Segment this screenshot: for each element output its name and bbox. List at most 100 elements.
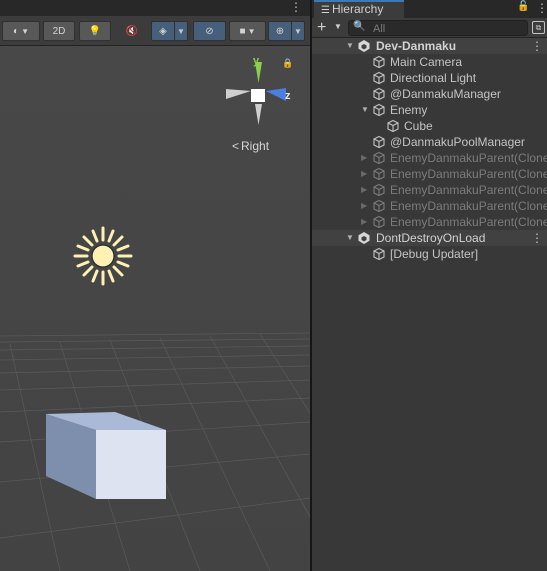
list-icon: ☰ <box>321 5 330 16</box>
list-item[interactable]: Cube <box>312 118 547 134</box>
gameobject-cube-icon <box>373 215 385 229</box>
scene-menu-icon[interactable]: ⋮ <box>531 230 543 246</box>
mode-2d-label: 2D <box>52 25 66 37</box>
tab-hierarchy-label: Hierarchy <box>331 2 384 16</box>
gameobject-cube-icon <box>373 135 385 149</box>
shading-sphere-icon: ◐ <box>13 25 20 37</box>
search-input[interactable] <box>373 22 523 35</box>
unity-scene-icon <box>358 40 370 52</box>
gizmo-center-cube[interactable] <box>251 89 265 102</box>
chevron-right-icon[interactable]: ▶ <box>361 150 367 166</box>
perspective-arrow-icon: < <box>232 139 240 153</box>
chevron-right-icon[interactable]: ▶ <box>361 166 367 182</box>
lock-icon[interactable]: 🔓 <box>517 1 529 12</box>
unity-scene-icon <box>358 232 370 244</box>
eye-slash-icon: ⊘ <box>205 25 214 37</box>
chevron-down-icon: ▼ <box>177 26 185 36</box>
chevron-down-icon: ▼ <box>294 26 302 36</box>
gizmo-y-label: y <box>253 55 260 67</box>
scene-label: Dev-Danmaku <box>376 39 457 53</box>
hierarchy-tree: ▼ Dev-Danmaku ⋮ Main Camera Directional … <box>312 38 547 262</box>
scene-label: DontDestroyOnLoad <box>376 231 486 245</box>
chevron-down-icon: ▼ <box>247 26 256 36</box>
camera-settings-button[interactable]: ■ ▼ <box>229 21 266 41</box>
lightbulb-icon: 💡 <box>88 25 102 37</box>
hierarchy-panel: ☰Hierarchy 🔓 ⋮ + ▼ 🔍 ⧉ ▼ Dev-Danmaku ⋮ M… <box>312 0 547 571</box>
gameobject-cube-icon <box>373 247 385 261</box>
sun-icon[interactable] <box>73 226 133 286</box>
item-label: EnemyDanmakuParent(Clone) <box>390 167 547 181</box>
hierarchy-menu-icon[interactable]: ⋮ <box>536 1 547 15</box>
item-label: [Debug Updater] <box>390 247 479 261</box>
search-icon: 🔍 <box>353 21 366 32</box>
gameobject-cube-icon <box>373 71 385 85</box>
hierarchy-tab-bar: ☰ Hierarchy 🔓 ⋮ <box>312 0 547 18</box>
view-label-text: Right <box>241 139 270 153</box>
chevron-down-icon[interactable]: ▼ <box>346 230 354 246</box>
list-item[interactable]: Directional Light <box>312 70 547 86</box>
camera-icon: ■ <box>239 25 246 37</box>
item-label: @DanmakuPoolManager <box>390 135 525 149</box>
speaker-muted-icon: 🔇 <box>125 25 139 37</box>
gizmos-toggle-button[interactable]: ⊕ <box>268 21 292 41</box>
chevron-down-icon[interactable]: ▼ <box>361 102 369 118</box>
gameobject-cube-icon <box>387 119 399 133</box>
list-item[interactable]: [Debug Updater] <box>312 246 547 262</box>
chevron-right-icon[interactable]: ▶ <box>361 214 367 230</box>
item-label: EnemyDanmakuParent(Clone) <box>390 183 547 197</box>
mode-2d-button[interactable]: 2D <box>43 21 75 41</box>
chevron-down-icon[interactable]: ▼ <box>346 38 354 54</box>
list-item[interactable]: ▶ EnemyDanmakuParent(Clone) <box>312 198 547 214</box>
hidden-objects-toggle-button[interactable]: ⊘ <box>193 21 226 41</box>
add-icon[interactable]: + <box>317 19 326 36</box>
effects-toggle-button[interactable]: ◈ <box>151 21 175 41</box>
item-label: EnemyDanmakuParent(Clone) <box>390 151 547 165</box>
list-item[interactable]: ▶ EnemyDanmakuParent(Clone) <box>312 150 547 166</box>
scene-menu-icon[interactable]: ⋮ <box>290 0 302 15</box>
draw-mode-button[interactable]: ◐ ▼ <box>2 21 40 41</box>
gizmos-dropdown-button[interactable]: ▼ <box>291 21 305 41</box>
gizmo-z-label: z <box>285 90 291 102</box>
axis-neg-z-cone[interactable] <box>226 89 251 99</box>
item-label: Directional Light <box>390 71 477 85</box>
scene-visibility-icon[interactable]: ⧉ <box>532 21 545 34</box>
scene-view[interactable]: ⋮ ◐ ▼ 2D 💡 🔇 ◈ ▼ ⊘ ■ ▼ ⊕ ▼ y z 🔒 < Right <box>0 0 310 571</box>
view-label[interactable]: < Right <box>232 139 269 153</box>
chevron-right-icon[interactable]: ▶ <box>361 182 367 198</box>
list-item[interactable]: Main Camera <box>312 54 547 70</box>
item-label: @DanmakuManager <box>390 87 501 101</box>
chevron-down-icon[interactable]: ▼ <box>334 22 342 31</box>
list-item[interactable]: ▶ EnemyDanmakuParent(Clone) <box>312 182 547 198</box>
effects-dropdown-button[interactable]: ▼ <box>174 21 188 41</box>
gameobject-cube-icon <box>373 183 385 197</box>
item-label: EnemyDanmakuParent(Clone) <box>390 215 547 229</box>
lock-icon[interactable]: 🔒 <box>282 58 293 69</box>
list-item[interactable]: ▶ EnemyDanmakuParent(Clone) <box>312 214 547 230</box>
scene-row-dontdestroyonload[interactable]: ▼ DontDestroyOnLoad ⋮ <box>312 230 547 246</box>
gizmo-globe-icon: ⊕ <box>275 25 285 37</box>
scene-toolbar: ◐ ▼ 2D 💡 🔇 ◈ ▼ ⊘ ■ ▼ ⊕ ▼ <box>0 16 310 46</box>
list-item[interactable]: ▶ EnemyDanmakuParent(Clone) <box>312 166 547 182</box>
item-label: Cube <box>404 119 433 133</box>
gameobject-cube-icon <box>373 199 385 213</box>
list-item[interactable]: ▼ Enemy <box>312 102 547 118</box>
chevron-right-icon[interactable]: ▶ <box>361 198 367 214</box>
lighting-toggle-button[interactable]: 💡 <box>79 21 111 41</box>
item-label: Main Camera <box>390 55 463 69</box>
audio-toggle-button[interactable]: 🔇 <box>116 21 148 41</box>
chevron-down-icon: ▼ <box>21 26 29 36</box>
list-item[interactable]: @DanmakuManager <box>312 86 547 102</box>
axis-z-cone[interactable] <box>266 88 286 101</box>
gameobject-cube-icon <box>373 87 385 101</box>
tab-hierarchy[interactable]: ☰ Hierarchy <box>314 0 404 18</box>
axis-neg-y-cone[interactable] <box>255 104 262 125</box>
hierarchy-toolbar: + ▼ 🔍 ⧉ <box>312 18 547 38</box>
list-item[interactable]: @DanmakuPoolManager <box>312 134 547 150</box>
gameobject-cube-icon <box>373 151 385 165</box>
scene-row-dev-danmaku[interactable]: ▼ Dev-Danmaku ⋮ <box>312 38 547 54</box>
scene-menu-icon[interactable]: ⋮ <box>531 38 543 54</box>
gameobject-cube-icon <box>373 103 385 117</box>
item-label: Enemy <box>390 103 428 117</box>
search-field[interactable]: 🔍 <box>348 20 528 36</box>
gameobject-cube-icon <box>373 167 385 181</box>
